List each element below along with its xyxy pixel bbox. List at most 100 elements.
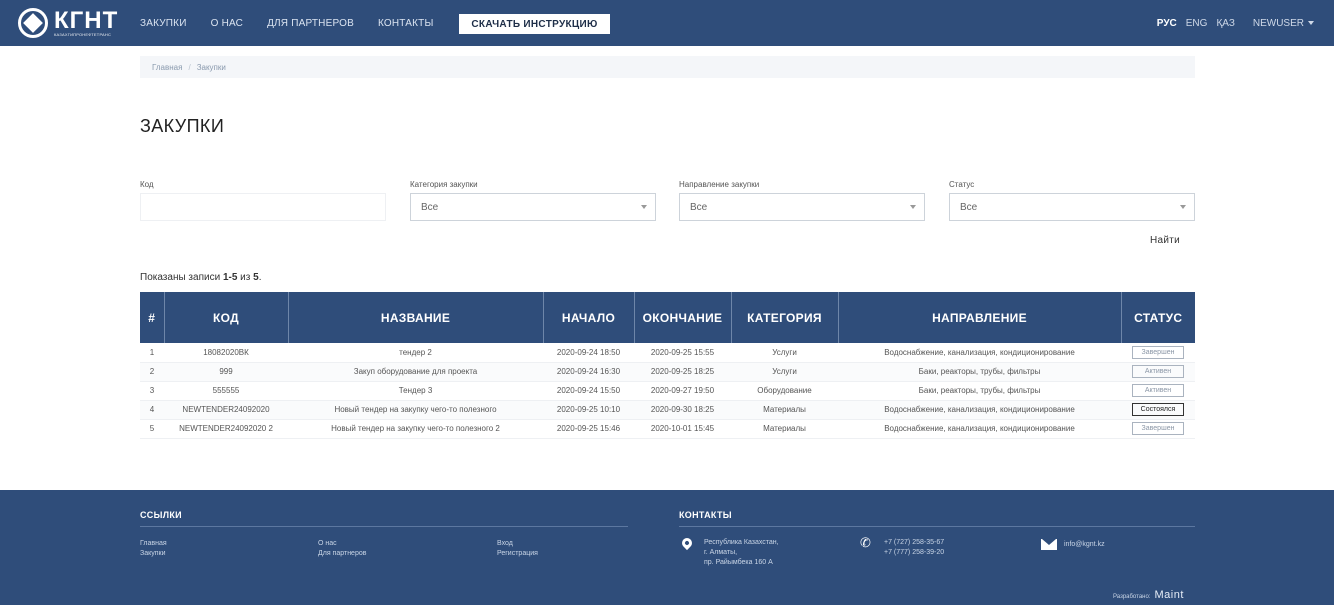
- table-row[interactable]: 1 18082020ВК тендер 2 2020-09-24 18:50 2…: [140, 343, 1195, 363]
- chevron-down-icon: [1180, 205, 1186, 209]
- cell-number: 3: [140, 381, 164, 401]
- status-badge: Активен: [1132, 384, 1184, 397]
- footer-link-about[interactable]: О нас: [318, 540, 337, 547]
- cell-number: 2: [140, 362, 164, 382]
- col-header-category[interactable]: КАТЕГОРИЯ: [731, 292, 839, 343]
- direction-select-value: Все: [690, 201, 708, 213]
- cell-category: Материалы: [731, 400, 838, 420]
- breadcrumb-home[interactable]: Главная: [152, 63, 182, 72]
- col-header-number[interactable]: #: [140, 292, 165, 343]
- category-select[interactable]: Все: [410, 193, 656, 221]
- footer-divider: [140, 526, 628, 527]
- cell-end: 2020-10-01 15:45: [634, 419, 731, 439]
- lang-eng[interactable]: ENG: [1186, 18, 1208, 29]
- cell-name[interactable]: Закуп оборудование для проекта: [288, 362, 543, 382]
- logo-text: КГНТ: [54, 7, 119, 34]
- footer: [0, 490, 1334, 605]
- code-label: Код: [140, 180, 154, 189]
- user-menu[interactable]: NEWUSER: [1244, 18, 1314, 29]
- nav-link-about[interactable]: О НАС: [211, 18, 243, 29]
- table-row[interactable]: 5 NEWTENDER24092020 2 Новый тендер на за…: [140, 419, 1195, 439]
- cell-number: 4: [140, 400, 164, 420]
- category-label: Категория закупки: [410, 180, 478, 189]
- cell-code: 18082020ВК: [164, 343, 288, 363]
- lang-kaz[interactable]: ҚАЗ: [1216, 18, 1234, 29]
- developer-logo[interactable]: Maint: [1154, 589, 1183, 601]
- nav-link-partners[interactable]: ДЛЯ ПАРТНЕРОВ: [267, 18, 354, 29]
- cell-start: 2020-09-25 15:46: [543, 419, 634, 439]
- chevron-down-icon: [1308, 20, 1314, 25]
- cell-end: 2020-09-30 18:25: [634, 400, 731, 420]
- main-nav: ЗАКУПКИ О НАС ДЛЯ ПАРТНЕРОВ КОНТАКТЫ: [140, 0, 458, 46]
- col-header-code[interactable]: КОД: [164, 292, 289, 343]
- cell-direction: Водоснабжение, канализация, кондициониро…: [838, 419, 1121, 439]
- footer-link-partners[interactable]: Для партнеров: [318, 550, 366, 557]
- cell-end: 2020-09-25 18:25: [634, 362, 731, 382]
- status-select[interactable]: Все: [949, 193, 1195, 221]
- status-badge: Завершен: [1132, 345, 1184, 359]
- cell-name[interactable]: тендер 2: [288, 343, 543, 363]
- footer-phones: +7 (727) 258-35-67 +7 (777) 258-39-20: [884, 539, 945, 556]
- cell-category: Оборудование: [731, 381, 838, 401]
- cell-start: 2020-09-24 18:50: [543, 343, 634, 363]
- table-row[interactable]: 4 NEWTENDER24092020 Новый тендер на заку…: [140, 400, 1195, 420]
- col-header-direction[interactable]: НАПРАВЛЕНИЕ: [838, 292, 1122, 343]
- cell-category: Услуги: [731, 362, 838, 382]
- cell-direction: Водоснабжение, канализация, кондициониро…: [838, 400, 1121, 420]
- cell-start: 2020-09-24 15:50: [543, 381, 634, 401]
- cell-category: Материалы: [731, 419, 838, 439]
- cell-start: 2020-09-25 10:10: [543, 400, 634, 420]
- status-badge: Состоялся: [1132, 403, 1184, 416]
- direction-select[interactable]: Все: [679, 193, 925, 221]
- cell-code: NEWTENDER24092020 2: [164, 419, 288, 439]
- footer-link-home[interactable]: Главная: [140, 540, 167, 547]
- cell-name[interactable]: Новый тендер на закупку чего-то полезног…: [288, 400, 543, 420]
- footer-link-purchases[interactable]: Закупки: [140, 550, 166, 557]
- table-row[interactable]: 2 999 Закуп оборудование для проекта 202…: [140, 362, 1195, 382]
- top-navbar: КГНТ КАЗАХГИПРОНЕФТЕТРАНС ЗАКУПКИ О НАС …: [0, 0, 1334, 46]
- phone-icon: ✆: [860, 535, 871, 550]
- cell-name[interactable]: Тендер 3: [288, 381, 543, 401]
- nav-link-purchases[interactable]: ЗАКУПКИ: [140, 18, 187, 29]
- cell-name[interactable]: Новый тендер на закупку чего-то полезног…: [288, 419, 543, 439]
- footer-links-title: ССЫЛКИ: [140, 510, 182, 520]
- col-header-start[interactable]: НАЧАЛО: [543, 292, 635, 343]
- lang-rus[interactable]: РУС: [1157, 18, 1177, 29]
- code-input[interactable]: [140, 193, 386, 221]
- mail-icon: [1041, 539, 1057, 550]
- breadcrumb-current: Закупки: [196, 62, 226, 72]
- logo-icon: [18, 8, 48, 38]
- download-instruction-button[interactable]: СКАЧАТЬ ИНСТРУКЦИЮ: [459, 14, 610, 34]
- chevron-down-icon: [910, 205, 916, 209]
- logo-subtext: КАЗАХГИПРОНЕФТЕТРАНС: [54, 32, 112, 37]
- find-button[interactable]: Найти: [1150, 235, 1180, 246]
- status-badge: Активен: [1132, 365, 1184, 378]
- table-header-row: # КОД НАЗВАНИЕ НАЧАЛО ОКОНЧАНИЕ КАТЕГОРИ…: [140, 292, 1195, 343]
- table-row[interactable]: 3 555555 Тендер 3 2020-09-24 15:50 2020-…: [140, 381, 1195, 401]
- footer-link-register[interactable]: Регистрация: [497, 550, 538, 557]
- cell-code: 999: [164, 362, 288, 382]
- cell-number: 1: [140, 343, 164, 363]
- col-header-status[interactable]: СТАТУС: [1121, 292, 1195, 343]
- nav-link-contacts[interactable]: КОНТАКТЫ: [378, 18, 434, 29]
- cell-end: 2020-09-27 19:50: [634, 381, 731, 401]
- col-header-name[interactable]: НАЗВАНИЕ: [288, 292, 544, 343]
- footer-contacts-title: КОНТАКТЫ: [679, 510, 732, 520]
- cell-direction: Водоснабжение, канализация, кондициониро…: [838, 343, 1121, 363]
- cell-code: 555555: [164, 381, 288, 401]
- user-name: NEWUSER: [1252, 17, 1304, 29]
- category-select-value: Все: [421, 201, 439, 213]
- breadcrumb-separator: /: [188, 62, 191, 72]
- cell-direction: Баки, реакторы, трубы, фильтры: [838, 362, 1121, 382]
- page-title: ЗАКУПКИ: [140, 116, 225, 136]
- logo[interactable]: КГНТ КАЗАХГИПРОНЕФТЕТРАНС: [18, 8, 118, 38]
- status-select-value: Все: [960, 201, 978, 213]
- col-header-end[interactable]: ОКОНЧАНИЕ: [634, 292, 732, 343]
- language-switcher: РУС ENG ҚАЗ NEWUSER: [1148, 0, 1314, 46]
- footer-address: Республика Казахстан, г. Алматы, пр. Рай…: [704, 539, 779, 566]
- status-badge: Завершен: [1132, 422, 1184, 435]
- cell-number: 5: [140, 419, 164, 439]
- footer-link-login[interactable]: Вход: [497, 540, 513, 547]
- footer-email[interactable]: info@kgnt.kz: [1064, 540, 1105, 550]
- developer-credit: Разработано: Maint: [1113, 589, 1184, 601]
